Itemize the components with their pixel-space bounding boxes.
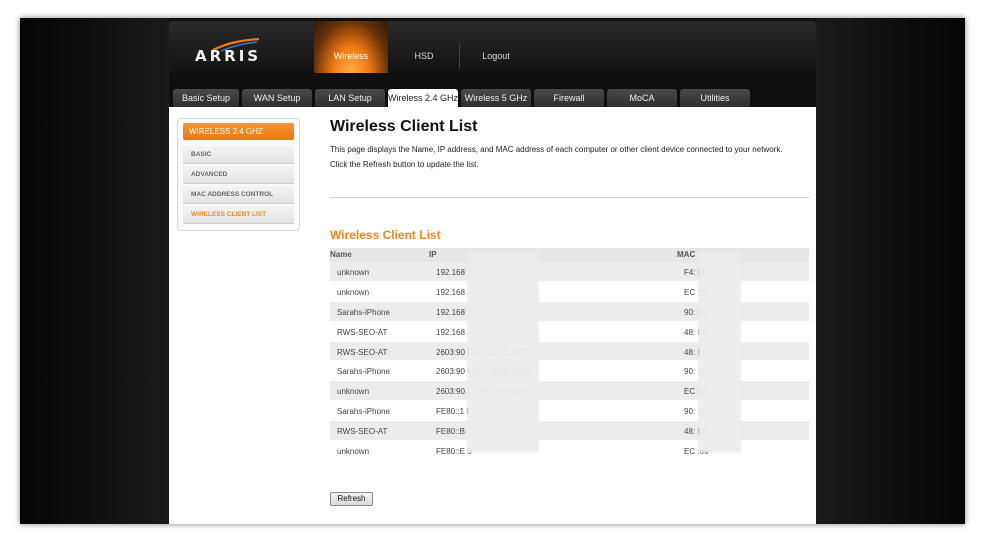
cell-ip: 192.168: [436, 307, 465, 317]
sidebar-item-mac-address-control[interactable]: MAC ADDRESS CONTROL: [183, 186, 294, 204]
cell-ip: 192.168: [436, 327, 465, 337]
cell-name: RWS-SEO-AT: [337, 347, 388, 357]
cell-name: unknown: [337, 447, 370, 457]
col-name-header: Name: [330, 250, 352, 259]
top-header: ARRIS Wireless HSD Logout: [169, 21, 816, 73]
col-ip-header: IP: [429, 250, 437, 259]
tab-wan-setup[interactable]: WAN Setup: [242, 89, 312, 107]
tab-lan-setup[interactable]: LAN Setup: [315, 89, 385, 107]
nav-hsd[interactable]: HSD: [397, 21, 451, 73]
sidebar-item-advanced[interactable]: ADVANCED: [183, 166, 294, 184]
content-area: WIRELESS 2.4 GHZ BASIC ADVANCED MAC ADDR…: [169, 107, 816, 524]
sidebar-item-basic[interactable]: BASIC: [183, 146, 294, 164]
page-instruction: Click the Refresh button to update the l…: [330, 160, 479, 169]
sidebar-header: WIRELESS 2.4 GHZ: [183, 123, 294, 140]
section-title: Wireless Client List: [330, 228, 441, 242]
page-description: This page displays the Name, IP address,…: [330, 145, 783, 154]
left-backdrop: [20, 18, 169, 524]
tab-firewall[interactable]: Firewall: [534, 89, 604, 107]
tab-bar: Basic Setup WAN Setup LAN Setup Wireless…: [169, 89, 816, 107]
nav-wireless[interactable]: Wireless: [314, 21, 388, 73]
redaction-mac: [698, 252, 741, 452]
sidebar: WIRELESS 2.4 GHZ BASIC ADVANCED MAC ADDR…: [177, 118, 300, 231]
cell-name: Sarahs-iPhone: [337, 367, 390, 377]
cell-ip: FE80::B: [436, 427, 465, 437]
tab-basic-setup[interactable]: Basic Setup: [173, 89, 239, 107]
nav-divider: [459, 43, 460, 69]
cell-name: RWS-SEO-AT: [337, 327, 388, 337]
cell-name: Sarahs-iPhone: [337, 407, 390, 417]
tab-wireless-5[interactable]: Wireless 5 GHz: [461, 89, 531, 107]
cell-name: unknown: [337, 268, 370, 277]
page-title: Wireless Client List: [330, 118, 478, 135]
cell-name: unknown: [337, 387, 370, 397]
right-backdrop: [816, 18, 965, 524]
cell-name: unknown: [337, 287, 370, 297]
redaction-ip: [467, 252, 539, 452]
cell-ip: 192.168: [436, 287, 465, 297]
router-frame: ARRIS Wireless HSD Logout Basic Setup WA…: [20, 18, 965, 524]
main-panel: ARRIS Wireless HSD Logout Basic Setup WA…: [169, 18, 816, 524]
nav-logout[interactable]: Logout: [469, 21, 523, 73]
cell-name: RWS-SEO-AT: [337, 427, 388, 437]
tab-utilities[interactable]: Utilities: [680, 89, 750, 107]
tab-wireless-24[interactable]: Wireless 2.4 GHz: [388, 89, 458, 107]
sidebar-item-wireless-client-list[interactable]: WIRELESS CLIENT LIST: [183, 206, 294, 224]
refresh-button[interactable]: Refresh: [330, 492, 373, 506]
tab-moca[interactable]: MoCA: [607, 89, 677, 107]
col-mac-header: MAC: [677, 250, 696, 259]
cell-ip: 192.168: [436, 268, 465, 277]
arris-logo: ARRIS: [195, 47, 262, 65]
divider: [330, 197, 809, 198]
cell-name: Sarahs-iPhone: [337, 307, 390, 317]
